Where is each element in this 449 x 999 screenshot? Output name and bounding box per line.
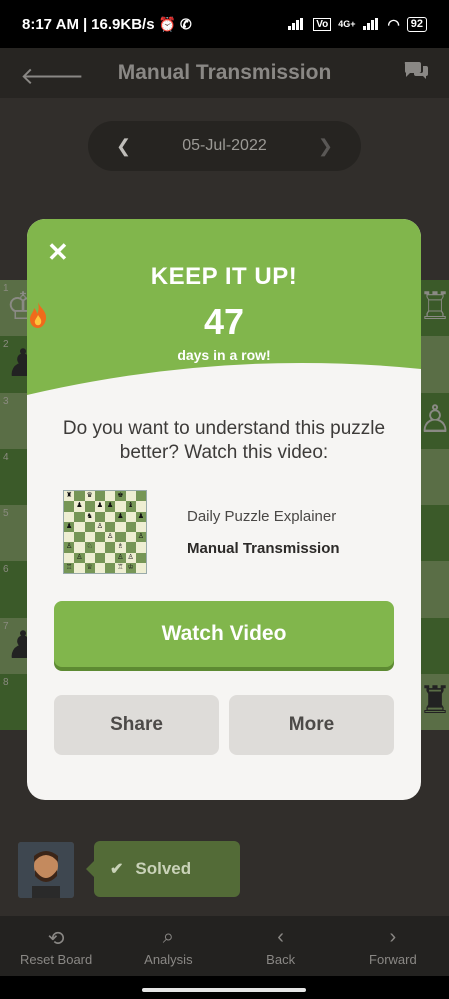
nav-label: Back [266, 952, 296, 967]
rank-label: 5 [3, 508, 9, 519]
reset-icon: ⟲ [47, 928, 65, 950]
video-thumbnail[interactable]: ♜ ♛ ♚ ♟ ♟ ♟ ♝ ♞ ♟ ♟ ♟ ♙ ♙ ♙ ♙ ♘ ♗ ♙ ♙ ♙ ♖ ♕ ♖ ♔ [63, 490, 147, 574]
signal-icon [288, 18, 306, 30]
app-header: 🡐 Manual Transmission [0, 48, 449, 98]
rank-label: 6 [3, 564, 9, 575]
rank-label: 4 [3, 452, 9, 463]
page-title: Manual Transmission [117, 61, 332, 84]
wifi-icon: ◠ [387, 15, 400, 32]
check-icon: ✔ [110, 861, 124, 878]
chat-icon[interactable] [403, 60, 429, 80]
avatar [18, 842, 74, 898]
forward-button[interactable]: › Forward [337, 916, 449, 976]
alarm-icon: ⏰ [158, 15, 176, 32]
network-label: 4G+ [338, 19, 356, 29]
status-time: 8:17 AM [22, 15, 79, 33]
nav-label: Reset Board [19, 952, 93, 967]
date-label: 05-Jul-2022 [182, 137, 267, 154]
streak-count: 47 [203, 301, 245, 342]
modal-heading: KEEP IT UP! [150, 263, 298, 290]
chevron-left-icon[interactable]: ❮ [116, 136, 131, 157]
black-rook-piece[interactable]: ♜ [418, 682, 449, 720]
modal-header: ✕ KEEP IT UP! 47 days in a row! [27, 219, 421, 395]
status-speed: 16.9KB/s [91, 15, 155, 33]
chevron-left-icon: ‹ [277, 926, 284, 948]
status-badge: ✔ Solved [86, 841, 240, 897]
streak-label: days in a row! [177, 347, 271, 363]
bottom-nav: ⟲ Reset Board ⌕ Analysis ‹ Back › Forwar… [0, 916, 449, 976]
analysis-icon: ⌕ [162, 926, 174, 948]
chevron-right-icon[interactable]: ❯ [318, 136, 333, 157]
watch-video-button[interactable]: Watch Video [54, 601, 394, 667]
share-button[interactable]: Share [54, 695, 219, 755]
reset-board-button[interactable]: ⟲ Reset Board [0, 916, 112, 976]
solved-label: Solved [135, 859, 192, 878]
white-rook-piece[interactable]: ♖ [418, 288, 449, 326]
more-button[interactable]: More [229, 695, 394, 755]
video-subtitle: Daily Puzzle Explainer [187, 508, 337, 525]
chevron-right-icon: › [389, 926, 397, 948]
streak-row: 47 [27, 301, 421, 343]
video-title[interactable]: Manual Transmission [187, 540, 340, 557]
battery-icon: 92 [406, 16, 427, 32]
nav-label: Analysis [144, 952, 193, 967]
rank-label: 3 [3, 396, 9, 407]
video-question: Do you want to understand this puzzle be… [62, 418, 386, 463]
status-bar: 8:17 AM | 16.9KB/s ⏰ ✆ Vo 4G+ ◠ 92 [0, 0, 449, 48]
back-button[interactable]: ‹ Back [225, 916, 337, 976]
rank-label: 8 [3, 677, 9, 688]
streak-modal: ✕ KEEP IT UP! 47 days in a row! Do you w… [27, 219, 421, 800]
date-selector: ❮ 05-Jul-2022 ❯ [88, 121, 361, 171]
nav-label: Forward [369, 952, 417, 967]
white-pawn-piece[interactable]: ♙ [418, 401, 449, 439]
signal-icon-2 [362, 18, 381, 30]
home-bar[interactable] [142, 988, 306, 992]
whatsapp-icon: ✆ [179, 15, 192, 32]
volte-icon: Vo [313, 17, 332, 31]
flame-icon [30, 302, 47, 328]
analysis-button[interactable]: ⌕ Analysis [112, 916, 224, 976]
